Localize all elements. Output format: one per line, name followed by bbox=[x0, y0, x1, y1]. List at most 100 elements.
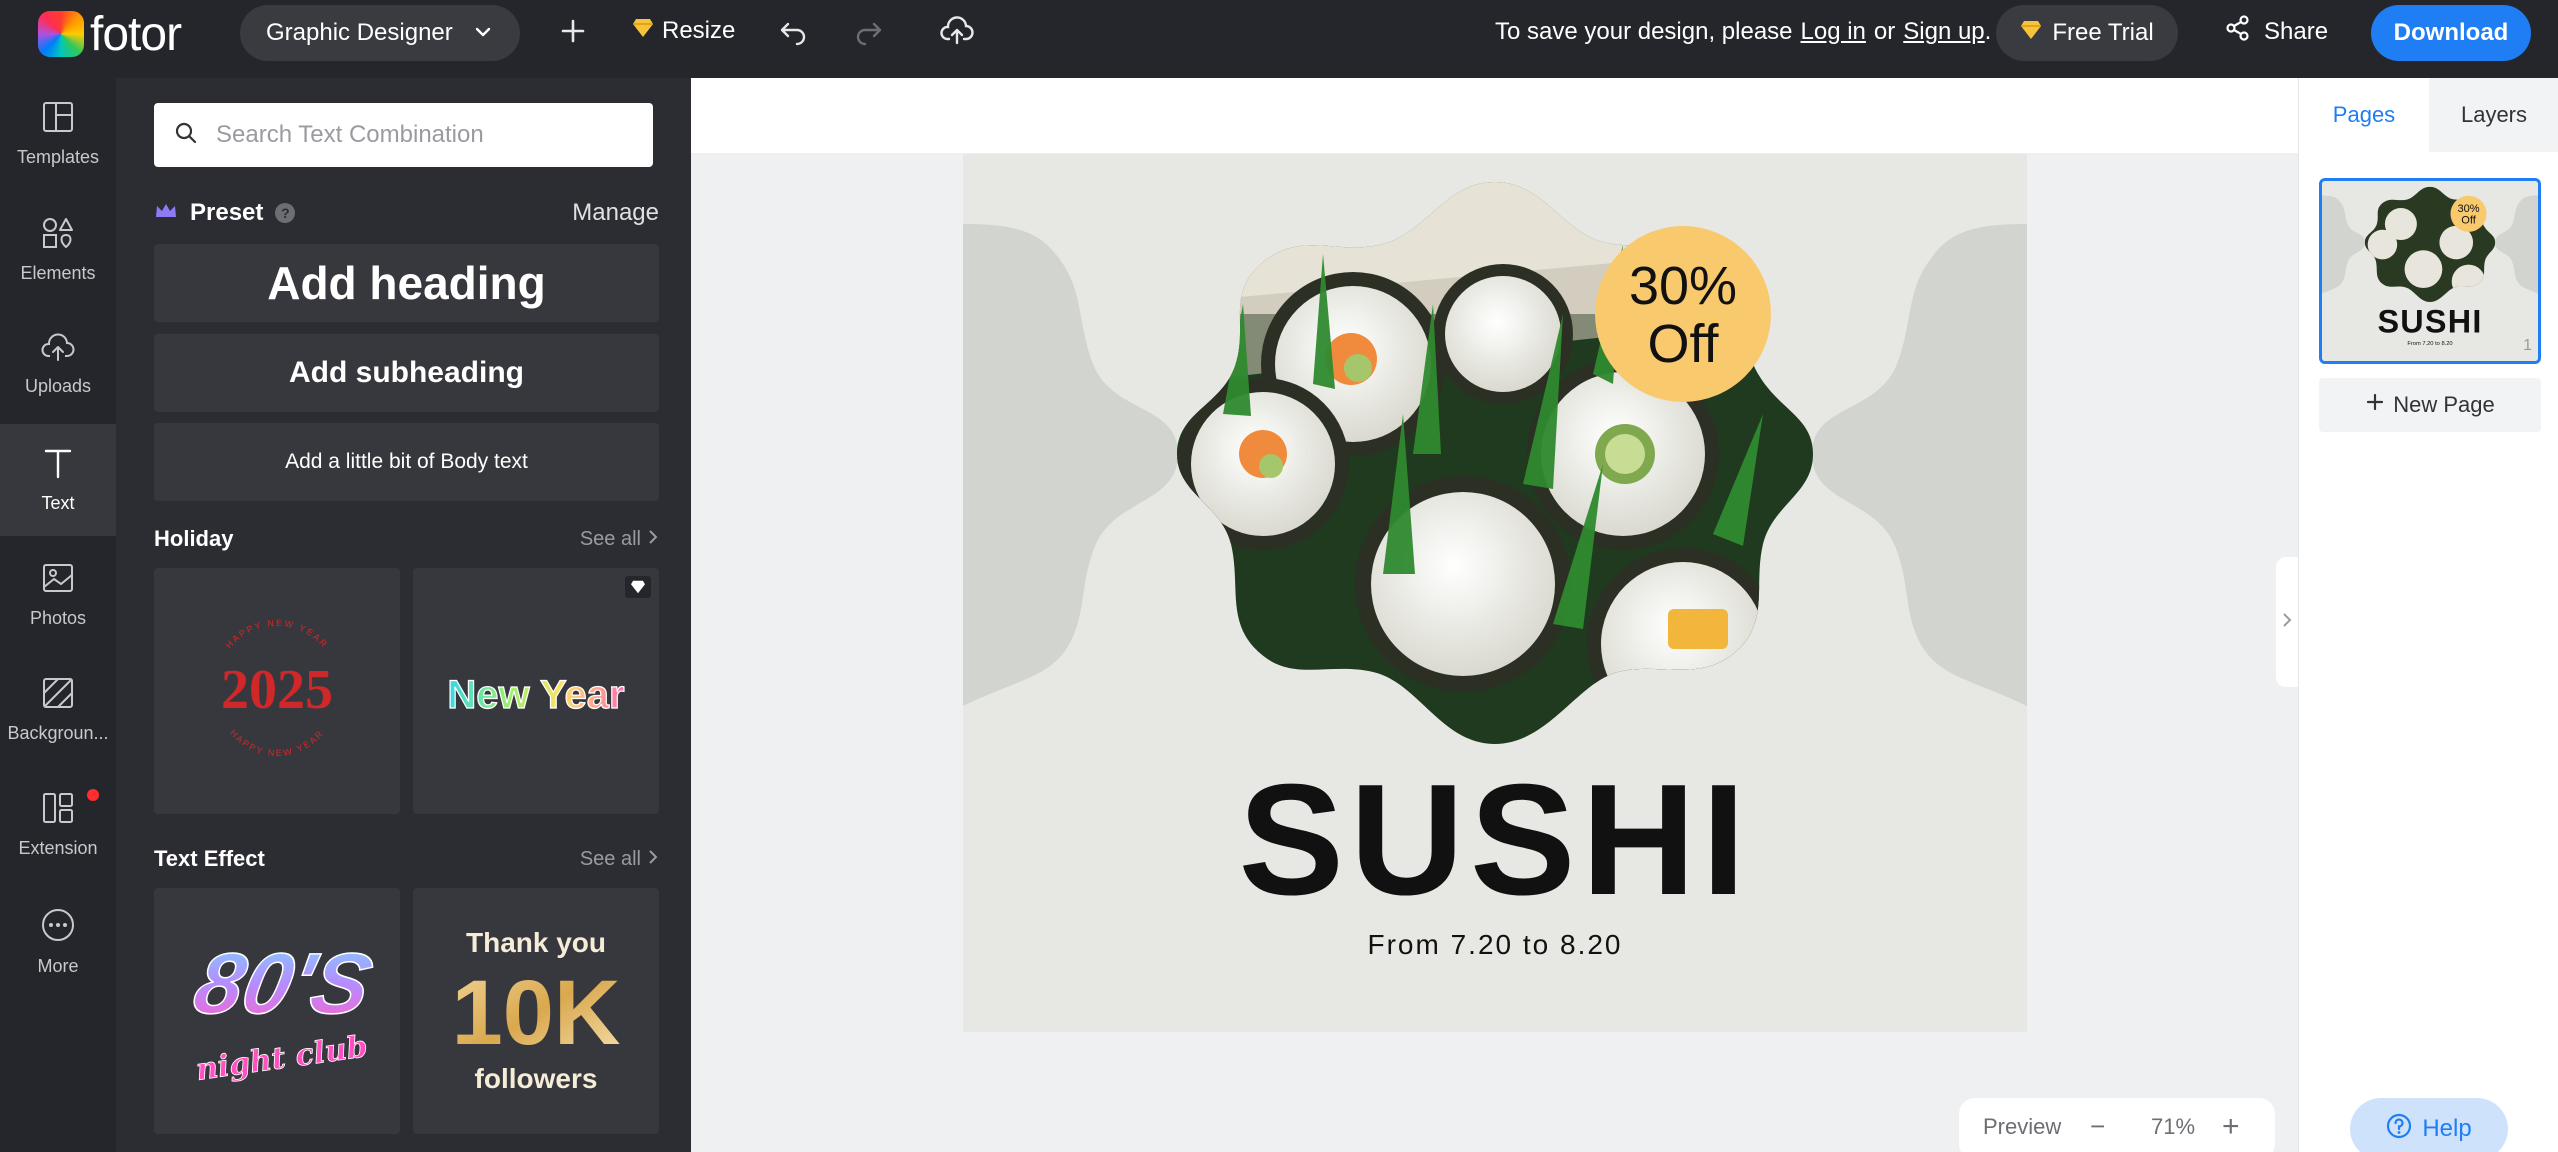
design-type-dropdown[interactable]: Graphic Designer bbox=[240, 5, 520, 61]
text-effect-tile-80s[interactable]: 80'S night club bbox=[154, 888, 400, 1134]
chevron-right-icon bbox=[2282, 612, 2292, 633]
undo-icon[interactable] bbox=[776, 14, 810, 48]
holiday-tile-2025[interactable]: HAPPY NEW YEAR HAPPY NEW YEAR 2025 bbox=[154, 568, 400, 814]
manage-link[interactable]: Manage bbox=[572, 199, 659, 227]
svg-text:followers: followers bbox=[475, 1063, 598, 1094]
nav-item-uploads[interactable]: Uploads bbox=[0, 309, 116, 421]
tile-10k-art: Thank you 10K followers bbox=[452, 927, 621, 1094]
chevron-right-icon bbox=[647, 848, 659, 871]
tab-pages[interactable]: Pages bbox=[2299, 78, 2429, 152]
elements-icon bbox=[41, 216, 75, 255]
redo-icon[interactable] bbox=[852, 14, 886, 48]
design-canvas[interactable]: 30% Off SUSHI From 7.20 to 8.20 bbox=[963, 154, 2027, 1032]
save-prompt-text: To save your design, please bbox=[1495, 18, 1793, 45]
nav-label: Uploads bbox=[24, 376, 92, 396]
text-effect-title: Text Effect bbox=[154, 846, 265, 871]
text-effect-section-header: Text Effect See all bbox=[154, 842, 659, 876]
discount-badge-line2: Off bbox=[1647, 314, 1719, 374]
free-trial-button[interactable]: Free Trial bbox=[1996, 5, 2178, 61]
period-text: . bbox=[1984, 18, 1992, 45]
top-bar: fotor Graphic Designer Resize To save yo… bbox=[0, 0, 2558, 78]
download-button[interactable]: Download bbox=[2371, 5, 2531, 61]
left-wave-shape bbox=[963, 224, 1178, 706]
premium-diamond-icon bbox=[632, 17, 654, 45]
new-page-label: New Page bbox=[2393, 392, 2495, 417]
chevron-down-icon bbox=[472, 21, 494, 50]
see-all-label: See all bbox=[579, 847, 641, 870]
left-nav: Templates Elements Uploads Text Photos B… bbox=[0, 78, 116, 1152]
text-icon bbox=[41, 446, 75, 485]
fotor-logo[interactable]: fotor bbox=[38, 6, 182, 62]
nav-label: Extension bbox=[18, 838, 98, 858]
signup-link[interactable]: Sign up bbox=[1903, 18, 1984, 46]
uploads-icon bbox=[41, 333, 75, 368]
thumb-title: SUSHI bbox=[2377, 304, 2482, 340]
extension-icon bbox=[41, 791, 75, 830]
design-title: SUSHI bbox=[1239, 752, 1752, 928]
nav-item-elements[interactable]: Elements bbox=[0, 194, 116, 306]
thumbnail-artwork: 30% Off SUSHI From 7.20 to 8.20 bbox=[2322, 181, 2538, 361]
tile-new-year-art: New Year bbox=[447, 672, 625, 717]
search-input[interactable] bbox=[216, 121, 636, 149]
svg-text:Thank you: Thank you bbox=[466, 927, 606, 958]
svg-text:HAPPY NEW YEAR: HAPPY NEW YEAR bbox=[228, 728, 326, 758]
text-effect-tile-10k[interactable]: Thank you 10K followers bbox=[413, 888, 659, 1134]
svg-text:2025: 2025 bbox=[221, 659, 333, 721]
nav-item-extension[interactable]: Extension bbox=[0, 769, 116, 881]
nav-item-photos[interactable]: Photos bbox=[0, 539, 116, 651]
add-icon[interactable] bbox=[556, 14, 590, 48]
expand-right-panel-tab[interactable] bbox=[2276, 557, 2298, 687]
add-body-text-button[interactable]: Add a little bit of Body text bbox=[154, 423, 659, 501]
svg-text:night club: night club bbox=[194, 1029, 370, 1088]
zoom-out-button[interactable]: − bbox=[2090, 1111, 2105, 1142]
thumb-badge-line1: 30% bbox=[2457, 203, 2479, 215]
nav-item-text[interactable]: Text bbox=[0, 424, 116, 536]
canvas-area: 30% Off SUSHI From 7.20 to 8.20 bbox=[691, 78, 2298, 1152]
text-effect-see-all[interactable]: See all bbox=[580, 848, 659, 871]
thumb-badge-line2: Off bbox=[2461, 215, 2476, 227]
search-box bbox=[154, 103, 653, 167]
thumb-subtitle: From 7.20 to 8.20 bbox=[2407, 341, 2452, 347]
notification-dot bbox=[87, 789, 99, 801]
nav-label: Backgroun... bbox=[7, 723, 109, 743]
zoom-level: 71% bbox=[2151, 1114, 2196, 1139]
holiday-tile-new-year[interactable]: New Year bbox=[413, 568, 659, 814]
holiday-see-all[interactable]: See all bbox=[580, 528, 659, 551]
svg-text:80'S: 80'S bbox=[186, 936, 380, 1032]
nav-label: Photos bbox=[29, 608, 87, 628]
fotor-logo-mark bbox=[38, 11, 84, 57]
help-question-icon[interactable]: ? bbox=[275, 203, 296, 223]
chevron-right-icon bbox=[647, 528, 659, 551]
cloud-upload-icon[interactable] bbox=[940, 14, 974, 48]
nav-label: More bbox=[37, 956, 79, 976]
nav-item-more[interactable]: More bbox=[0, 886, 116, 998]
save-prompt: To save your design, please Log in or Si… bbox=[1495, 18, 1991, 46]
plus-icon bbox=[2365, 392, 2385, 418]
crown-icon bbox=[154, 201, 178, 226]
zoom-bar: Preview − 71% + bbox=[1959, 1098, 2275, 1152]
more-icon bbox=[40, 907, 76, 948]
premium-diamond-icon bbox=[625, 576, 651, 598]
premium-diamond-icon bbox=[2020, 19, 2042, 47]
nav-item-templates[interactable]: Templates bbox=[0, 78, 116, 190]
add-heading-button[interactable]: Add heading bbox=[154, 244, 659, 322]
help-button[interactable]: Help bbox=[2350, 1098, 2508, 1152]
tab-layers[interactable]: Layers bbox=[2429, 78, 2558, 152]
resize-button[interactable]: Resize bbox=[632, 14, 735, 48]
templates-icon bbox=[41, 100, 75, 139]
add-subheading-button[interactable]: Add subheading bbox=[154, 334, 659, 412]
preset-header: Preset ? Manage bbox=[154, 196, 659, 230]
free-trial-label: Free Trial bbox=[2052, 19, 2154, 46]
help-label: Help bbox=[2422, 1115, 2472, 1142]
page-thumbnail[interactable]: 30% Off SUSHI From 7.20 to 8.20 1 bbox=[2319, 178, 2541, 364]
holiday-section-header: Holiday See all bbox=[154, 522, 659, 556]
new-page-button[interactable]: New Page bbox=[2319, 378, 2541, 432]
photos-icon bbox=[41, 561, 75, 600]
login-link[interactable]: Log in bbox=[1801, 18, 1866, 46]
preview-button[interactable]: Preview bbox=[1983, 1114, 2061, 1140]
text-panel: Preset ? Manage Add heading Add subheadi… bbox=[116, 78, 691, 1152]
nav-item-background[interactable]: Backgroun... bbox=[0, 654, 116, 766]
help-circle-icon bbox=[2386, 1113, 2412, 1146]
share-button[interactable]: Share bbox=[2224, 14, 2328, 49]
zoom-in-button[interactable]: + bbox=[2222, 1110, 2240, 1144]
